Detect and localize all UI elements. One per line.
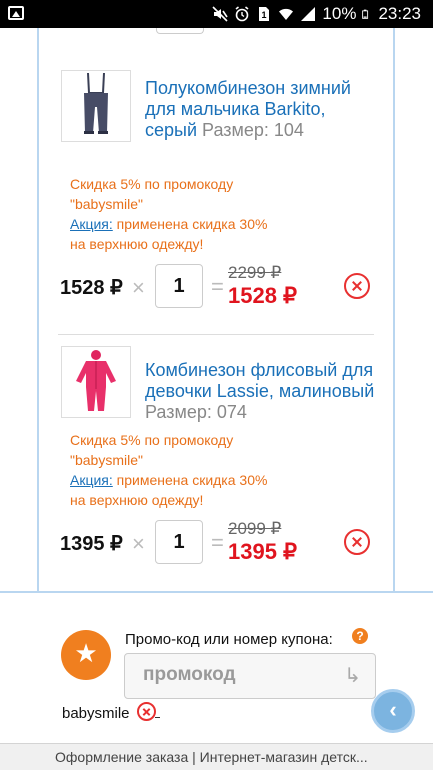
quantity-input[interactable]: 1 (155, 520, 203, 564)
action-text: применена скидка 30% (116, 472, 268, 488)
battery-icon (362, 9, 369, 19)
product-name-link[interactable]: Комбинезон флисовый для девочки Lassie, … (145, 360, 374, 401)
battery-percent: 10% (322, 4, 357, 23)
product-size: Размер: 074 (145, 402, 247, 422)
mute-icon (212, 6, 229, 22)
action-link[interactable]: Акция: (70, 216, 113, 232)
promo-block: Скидка 5% по промокоду "babysmile" Акция… (70, 174, 370, 254)
remove-coupon-button[interactable] (137, 702, 156, 721)
promo-code-placeholder: промокод (143, 664, 236, 685)
alarm-icon (235, 6, 249, 22)
promo-block: Скидка 5% по промокоду "babysmile" Акция… (70, 430, 370, 510)
gallery-icon (8, 6, 24, 20)
equals-sign: = (211, 274, 224, 299)
promo-code-note: Скидка 5% по промокоду (70, 176, 234, 192)
applied-coupon-code: babysmile (62, 705, 130, 722)
promo-code-note: Скидка 5% по промокоду (70, 432, 234, 448)
action-text-2: на верхнюю одежду! (70, 236, 204, 252)
product-size: Размер: 104 (202, 120, 304, 140)
times-sign: × (132, 275, 145, 300)
chevron-left-icon: ‹ (389, 697, 397, 722)
enter-arrow-icon[interactable]: ↳ (344, 663, 361, 688)
back-button[interactable]: ‹ (371, 689, 415, 733)
svg-text:1: 1 (262, 10, 267, 20)
cart-item: Комбинезон флисовый для девочки Lassie, … (58, 346, 374, 591)
quantity-input[interactable]: 1 (155, 264, 203, 308)
remove-item-button[interactable] (344, 273, 370, 299)
coupon-label: Промо-код или номер купона: (125, 631, 333, 648)
previous-quantity-box (156, 28, 204, 34)
status-bar: 1 10% 23:23 (0, 0, 433, 28)
coupon-section: ★ Промо-код или номер купона: ? промокод… (0, 591, 433, 743)
action-text: применена скидка 30% (116, 216, 268, 232)
total-price: 1395 ₽ (228, 539, 298, 564)
product-title[interactable]: Комбинезон флисовый для девочки Lassie, … (145, 360, 380, 423)
action-link[interactable]: Акция: (70, 472, 113, 488)
signal-icon (301, 7, 316, 21)
product-image[interactable] (61, 70, 131, 142)
total-price: 1528 ₽ (228, 283, 298, 308)
jumpsuit-image (76, 350, 116, 411)
cart-item: Полукомбинезон зимний для мальчика Barki… (58, 70, 374, 340)
star-icon: ★ (74, 638, 98, 668)
old-price: 2299 ₽ (228, 263, 282, 282)
action-text-2: на верхнюю одежду! (70, 492, 204, 508)
remove-item-button[interactable] (344, 529, 370, 555)
star-badge: ★ (61, 630, 111, 680)
unit-price: 1395 ₽ (60, 533, 123, 555)
equals-sign: = (211, 530, 224, 555)
snowpants-image (84, 72, 108, 134)
sim-icon: 1 (259, 7, 270, 21)
times-sign: × (132, 531, 145, 556)
product-title[interactable]: Полукомбинезон зимний для мальчика Barki… (145, 78, 380, 141)
wifi-icon (279, 8, 294, 20)
help-icon[interactable]: ? (352, 628, 368, 644)
coupon-underline (155, 717, 160, 718)
clock: 23:23 (378, 4, 421, 23)
price-line: 1528 ₽ × 1 = 2299 ₽ 1528 ₽ (58, 263, 378, 309)
unit-price: 1528 ₽ (60, 277, 123, 299)
old-price: 2099 ₽ (228, 519, 282, 538)
page-title: Оформление заказа | Интернет-магазин дет… (55, 749, 368, 765)
browser-title-bar[interactable]: Оформление заказа | Интернет-магазин дет… (0, 743, 433, 770)
price-line: 1395 ₽ × 1 = 2099 ₽ 1395 ₽ (58, 519, 378, 565)
status-icons: 1 10% 23:23 (212, 4, 421, 24)
product-image[interactable] (61, 346, 131, 418)
item-divider (58, 334, 374, 335)
cart-page: Полукомбинезон зимний для мальчика Barki… (0, 28, 433, 743)
promo-code-value: "babysmile" (70, 196, 143, 212)
promo-code-input[interactable]: промокод ↳ (124, 653, 376, 699)
promo-code-value: "babysmile" (70, 452, 143, 468)
